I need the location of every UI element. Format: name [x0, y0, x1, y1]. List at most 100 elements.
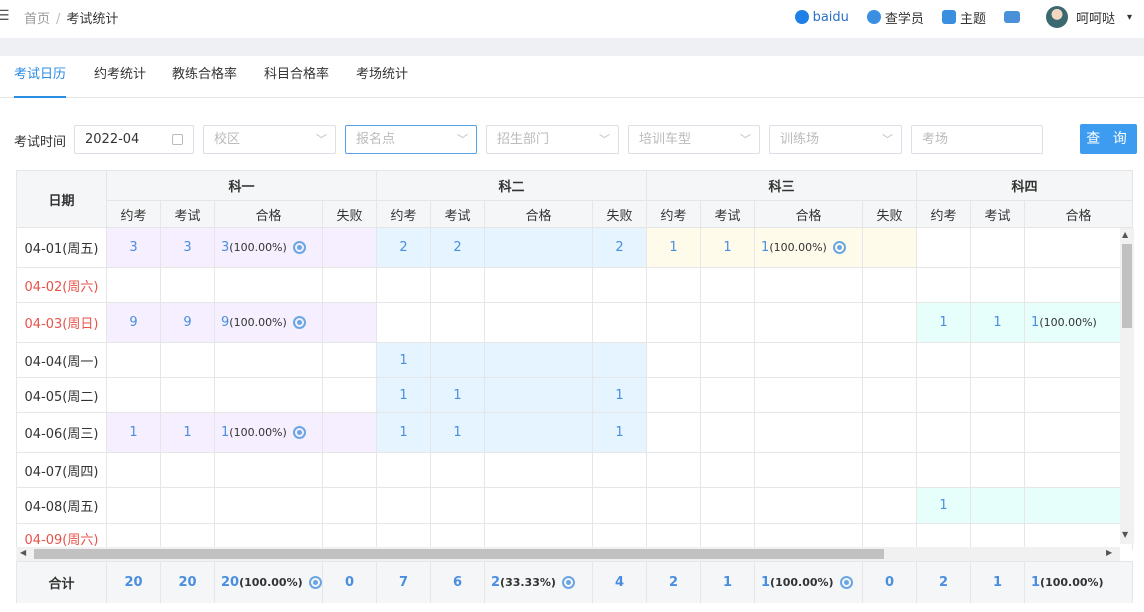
row-date: 04-03(周日)	[16, 302, 107, 343]
tab-booking-stats[interactable]: 约考统计	[94, 56, 146, 98]
table-row[interactable]: 04-07(周四)	[16, 452, 1134, 488]
training-field-select[interactable]: 训练场 ﹀	[769, 125, 902, 154]
view-details-icon[interactable]	[561, 576, 575, 589]
total-pass-rate: (100.00%)	[770, 576, 834, 589]
tab-coach-pass-rate[interactable]: 教练合格率	[172, 56, 237, 98]
fail-count	[321, 452, 378, 488]
total-book: 7	[376, 561, 431, 603]
total-exam: 20	[160, 561, 215, 603]
baidu-link[interactable]: baidu	[794, 9, 849, 25]
exam-count	[160, 267, 215, 303]
exam-month-picker[interactable]: 2022-04	[74, 125, 194, 154]
pass-rate: (100.00%)	[1039, 316, 1097, 329]
view-details-icon[interactable]	[292, 241, 306, 254]
book-count	[916, 227, 972, 268]
exam-count: 1	[700, 227, 756, 268]
pass-count	[754, 452, 864, 488]
exam-site-input[interactable]: 考场	[911, 125, 1043, 154]
total-book: 2	[646, 561, 701, 603]
fail-count	[862, 487, 918, 524]
scroll-up-arrow-icon[interactable]: ▲	[1122, 230, 1128, 239]
breadcrumb-home[interactable]: 首页	[24, 12, 50, 27]
exam-count	[700, 302, 756, 343]
theme-link[interactable]: 主题	[941, 8, 986, 27]
book-count	[646, 302, 702, 343]
book-count	[646, 487, 702, 524]
fail-count	[592, 342, 648, 378]
subheader-book: 约考	[376, 200, 432, 228]
signup-point-select[interactable]: 报名点 ﹀	[345, 125, 477, 154]
scroll-right-arrow-icon[interactable]: ▶	[1106, 548, 1112, 557]
fail-count	[321, 412, 378, 453]
pass-count	[214, 267, 323, 303]
tab-exam-site-stats[interactable]: 考场统计	[356, 56, 408, 98]
subject-3-header: 科三	[646, 170, 918, 201]
horizontal-scrollbar[interactable]: ◀ ▶	[16, 547, 1120, 561]
exam-count	[970, 342, 1026, 378]
book-count	[106, 452, 161, 488]
chevron-down-icon: ﹀	[457, 133, 468, 146]
book-count	[106, 377, 161, 413]
exam-count	[160, 487, 215, 524]
username: 呵呵哒	[1075, 11, 1115, 27]
book-count: 1	[376, 377, 432, 413]
table-row[interactable]: 04-04(周一) 1	[16, 342, 1134, 378]
pass-count	[754, 487, 864, 524]
tab-exam-calendar[interactable]: 考试日历	[14, 56, 67, 98]
table-row[interactable]: 04-06(周三) 1 1 1(100.00%) 1 1 1	[16, 412, 1134, 453]
pass-count	[484, 302, 594, 343]
view-details-icon[interactable]	[292, 316, 306, 329]
scroll-down-arrow-icon[interactable]: ▼	[1122, 530, 1128, 539]
table-row[interactable]: 04-03(周日) 9 9 9(100.00%) 1 1 1(100.00%)	[16, 302, 1134, 343]
table-row[interactable]: 04-05(周二) 1 1 1	[16, 377, 1134, 413]
fail-count	[862, 452, 918, 488]
pass-count	[754, 377, 864, 413]
view-details-icon[interactable]	[832, 241, 846, 254]
top-right-tools: baidu 查学员 主题 呵呵哒 ▾	[777, 0, 1144, 34]
table-row[interactable]: 04-02(周六)	[16, 267, 1134, 303]
pass-count	[1024, 267, 1134, 303]
pass-count	[1024, 487, 1134, 524]
subheader-exam: 考试	[970, 200, 1026, 228]
vertical-scrollbar[interactable]: ▲ ▼	[1120, 228, 1134, 544]
pass-count: 1(100.00%)	[214, 412, 323, 453]
vehicle-type-select[interactable]: 培训车型 ﹀	[628, 125, 760, 154]
pass-count	[484, 452, 594, 488]
menu-toggle-icon[interactable]: ☰	[0, 8, 10, 24]
total-pass-rate: (33.33%)	[500, 576, 556, 589]
book-count	[646, 412, 702, 453]
row-date: 04-02(周六)	[16, 267, 107, 303]
query-button[interactable]: 查 询	[1080, 124, 1137, 154]
fullscreen-button[interactable]	[1003, 11, 1024, 23]
book-count: 2	[376, 227, 432, 268]
vertical-scroll-thumb[interactable]	[1122, 244, 1132, 328]
total-pass: 1(100.00%)	[754, 561, 863, 603]
pass-count	[214, 377, 323, 413]
pass-count	[1024, 452, 1134, 488]
tab-bar: 考试日历 约考统计 教练合格率 科目合格率 考场统计	[0, 56, 1144, 98]
pass-count	[1024, 377, 1134, 413]
total-pass: 2(33.33%)	[484, 561, 593, 603]
subheader-pass: 合格	[754, 200, 864, 228]
view-details-icon[interactable]	[839, 576, 853, 589]
horizontal-scroll-thumb[interactable]	[34, 549, 884, 559]
campus-select[interactable]: 校区 ﹀	[203, 125, 336, 154]
table-row[interactable]: 04-01(周五) 3 3 3(100.00%) 2 2 2 1 1 1(100.00%)	[16, 227, 1134, 268]
tab-subject-pass-rate[interactable]: 科目合格率	[264, 56, 329, 98]
pass-count	[214, 452, 323, 488]
scroll-left-arrow-icon[interactable]: ◀	[20, 548, 26, 557]
recruit-dept-select[interactable]: 招生部门 ﹀	[486, 125, 619, 154]
book-count: 1	[376, 412, 432, 453]
baidu-label: baidu	[812, 9, 849, 25]
user-menu[interactable]: 呵呵哒 ▾	[1045, 6, 1144, 28]
view-details-icon[interactable]	[292, 426, 306, 439]
view-details-icon[interactable]	[308, 576, 322, 589]
vehicle-type-placeholder: 培训车型	[639, 132, 692, 147]
exam-count	[700, 267, 756, 303]
exam-count	[970, 452, 1026, 488]
table-row[interactable]: 04-08(周五) 1	[16, 487, 1134, 524]
pass-rate: (100.00%)	[229, 426, 287, 439]
search-student-link[interactable]: 查学员	[866, 8, 924, 27]
fail-count: 1	[592, 377, 648, 413]
breadcrumb-current: 考试统计	[66, 12, 119, 27]
